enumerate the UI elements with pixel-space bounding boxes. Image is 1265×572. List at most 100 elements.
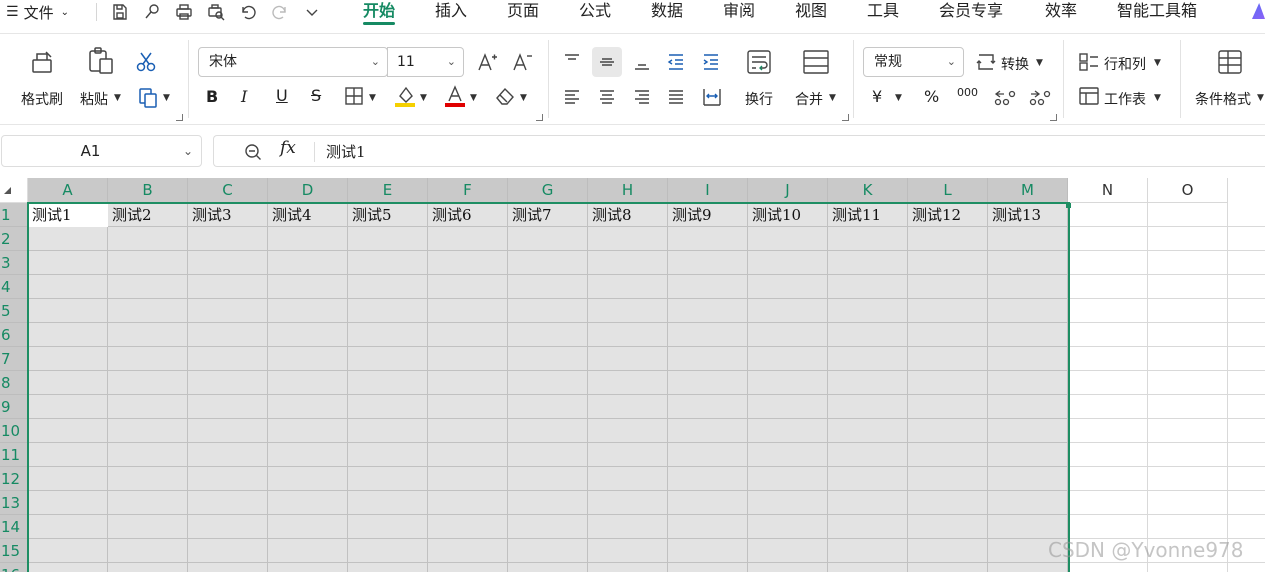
rows-columns-dropdown-icon[interactable]: ▼ <box>1154 58 1161 68</box>
decrease-decimal-icon[interactable] <box>992 86 1016 108</box>
row-header[interactable]: 8 <box>0 371 28 395</box>
align-right-icon[interactable] <box>632 87 652 107</box>
column-header[interactable]: C <box>188 178 268 203</box>
increase-indent-icon[interactable] <box>701 52 721 72</box>
function-icon[interactable]: fx <box>280 138 296 158</box>
row-header[interactable]: 5 <box>0 299 28 323</box>
wrap-text-label[interactable]: 换行 <box>745 89 773 109</box>
row-header[interactable]: 10 <box>0 419 28 443</box>
tab-insert[interactable]: 插入 <box>435 0 467 24</box>
fill-color-dropdown-icon[interactable]: ▼ <box>420 93 427 103</box>
chevron-down-icon[interactable]: ⌄ <box>447 48 456 76</box>
format-painter-label[interactable]: 格式刷 <box>21 89 63 109</box>
merge-cells-label[interactable]: 合并 <box>795 89 823 109</box>
row-header[interactable]: 1 <box>0 203 28 227</box>
column-header[interactable]: O <box>1148 178 1228 203</box>
font-color-icon[interactable] <box>444 84 466 108</box>
tab-efficiency[interactable]: 效率 <box>1045 0 1077 24</box>
align-middle-icon[interactable] <box>597 52 617 72</box>
decrease-font-icon[interactable] <box>511 51 533 73</box>
tab-formula[interactable]: 公式 <box>579 0 611 24</box>
merge-dropdown-icon[interactable]: ▼ <box>829 93 836 103</box>
font-launcher-icon[interactable] <box>536 114 543 121</box>
row-header[interactable]: 13 <box>0 491 28 515</box>
align-bottom-icon[interactable] <box>632 52 652 72</box>
undo-icon[interactable] <box>236 1 260 23</box>
tab-tools[interactable]: 工具 <box>867 0 899 24</box>
tab-page[interactable]: 页面 <box>507 0 539 24</box>
conditional-format-icon[interactable] <box>1216 48 1244 76</box>
column-header[interactable]: A <box>28 178 108 203</box>
percent-button[interactable]: % <box>924 87 939 106</box>
paste-label[interactable]: 粘贴 <box>80 89 108 109</box>
fill-color-icon[interactable] <box>394 84 416 108</box>
row-header[interactable]: 15 <box>0 539 28 563</box>
increase-decimal-icon[interactable] <box>1027 86 1051 108</box>
align-top-icon[interactable] <box>562 52 582 72</box>
thousands-button[interactable]: 000 <box>957 86 978 99</box>
tab-view[interactable]: 视图 <box>795 0 827 24</box>
font-color-dropdown-icon[interactable]: ▼ <box>470 93 477 103</box>
customize-chevron-icon[interactable] <box>300 1 324 23</box>
italic-button[interactable]: I <box>241 87 247 106</box>
borders-dropdown-icon[interactable]: ▼ <box>369 93 376 103</box>
alignment-launcher-icon[interactable] <box>842 114 849 121</box>
column-header[interactable]: F <box>428 178 508 203</box>
align-left-icon[interactable] <box>562 87 582 107</box>
conditional-format-dropdown-icon[interactable]: ▼ <box>1257 93 1264 103</box>
column-header[interactable]: K <box>828 178 908 203</box>
column-header[interactable]: G <box>508 178 588 203</box>
distribute-icon[interactable] <box>701 86 723 108</box>
worksheet-dropdown-icon[interactable]: ▼ <box>1154 93 1161 103</box>
tab-home[interactable]: 开始 <box>354 0 404 25</box>
row-header[interactable]: 4 <box>0 275 28 299</box>
row-header[interactable]: 12 <box>0 467 28 491</box>
tab-member[interactable]: 会员专享 <box>939 0 1003 24</box>
worksheet-icon[interactable] <box>1078 86 1100 106</box>
format-painter-icon[interactable] <box>29 48 57 76</box>
tab-data[interactable]: 数据 <box>651 0 683 24</box>
borders-icon[interactable] <box>344 86 364 106</box>
conditional-format-label[interactable]: 条件格式 <box>1195 89 1251 109</box>
row-header[interactable]: 14 <box>0 515 28 539</box>
copy-icon[interactable] <box>138 87 158 109</box>
justify-icon[interactable] <box>666 87 686 107</box>
formula-content[interactable]: 测试1 <box>326 141 366 162</box>
decrease-indent-icon[interactable] <box>666 52 686 72</box>
tab-smart-toolbox[interactable]: 智能工具箱 <box>1117 0 1197 24</box>
increase-font-icon[interactable] <box>476 51 498 73</box>
row-header[interactable]: 2 <box>0 227 28 251</box>
convert-label[interactable]: 转换 <box>1001 54 1029 74</box>
align-center-icon[interactable] <box>597 87 617 107</box>
number-format-combo[interactable]: 常规 ⌄ <box>863 47 964 77</box>
column-header[interactable]: I <box>668 178 748 203</box>
number-launcher-icon[interactable] <box>1050 114 1057 121</box>
convert-dropdown-icon[interactable]: ▼ <box>1036 58 1043 68</box>
chevron-down-icon[interactable]: ⌄ <box>183 136 193 166</box>
font-name-combo[interactable]: 宋体 ⌄ <box>198 47 388 77</box>
rows-columns-label[interactable]: 行和列 <box>1104 54 1146 74</box>
name-box[interactable]: A1 ⌄ <box>1 135 202 167</box>
chevron-down-icon[interactable]: ⌄ <box>947 48 956 76</box>
row-header[interactable]: 7 <box>0 347 28 371</box>
cut-icon[interactable] <box>135 51 157 73</box>
bold-button[interactable]: B <box>206 87 218 106</box>
wrap-text-icon[interactable] <box>745 48 773 76</box>
row-header[interactable]: 11 <box>0 443 28 467</box>
row-header[interactable]: 16 <box>0 563 28 572</box>
tab-review[interactable]: 审阅 <box>723 0 755 24</box>
clear-dropdown-icon[interactable]: ▼ <box>520 93 527 103</box>
paintbrush-icon[interactable] <box>140 1 164 23</box>
currency-button[interactable]: ¥ <box>872 87 882 106</box>
formula-input[interactable]: fx 测试1 <box>213 135 1265 167</box>
save-icon[interactable] <box>108 1 132 23</box>
convert-icon[interactable] <box>975 52 997 72</box>
clear-format-icon[interactable] <box>494 86 516 106</box>
column-header[interactable]: D <box>268 178 348 203</box>
currency-dropdown-icon[interactable]: ▼ <box>895 93 902 103</box>
merge-cells-icon[interactable] <box>802 48 830 76</box>
column-header[interactable]: E <box>348 178 428 203</box>
column-header[interactable]: H <box>588 178 668 203</box>
worksheet-label[interactable]: 工作表 <box>1104 89 1146 109</box>
print-preview-icon[interactable] <box>204 1 228 23</box>
